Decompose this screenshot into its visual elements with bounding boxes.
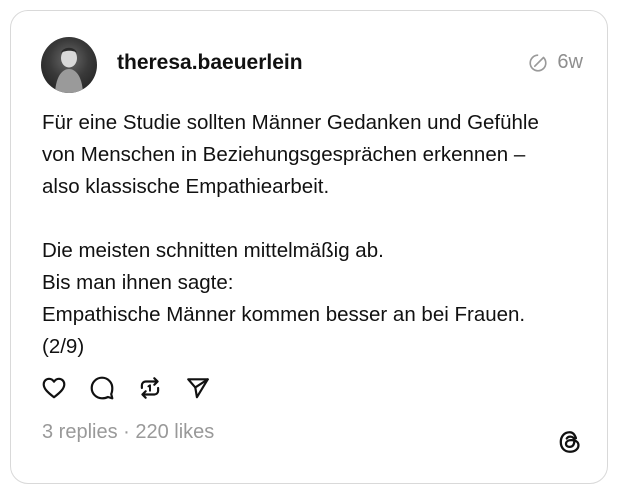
text-line: Empathische Männer kommen besser an bei … (42, 303, 526, 326)
text-line: Für eine Studie sollten Männer Gedanken … (42, 111, 539, 134)
threads-draw-icon (529, 53, 548, 72)
threads-logo-icon (559, 431, 580, 453)
post-actions (41, 375, 211, 401)
post-text: Für eine Studie sollten Männer Gedanken … (42, 107, 602, 363)
send-icon[interactable] (185, 375, 211, 401)
repost-icon[interactable] (137, 375, 163, 401)
heart-icon[interactable] (41, 375, 67, 401)
text-line: (2/9) (42, 335, 85, 358)
text-line: Bis man ihnen sagte: (42, 271, 234, 294)
text-line: also klassische Empathiearbeit. (42, 175, 330, 198)
username[interactable]: theresa.baeuerlein (117, 51, 303, 75)
text-line: Die meisten schnitten mittelmäßig ab. (42, 239, 384, 262)
post-stats[interactable]: 3 replies · 220 likes (42, 421, 214, 444)
avatar[interactable] (41, 37, 97, 93)
avatar-image (55, 47, 83, 93)
text-line: von Menschen in Beziehungsgesprächen erk… (42, 143, 526, 166)
comment-icon[interactable] (89, 375, 115, 401)
post-meta: 6w (527, 51, 583, 74)
threads-post-card: theresa.baeuerlein 6w Für eine Studie so… (10, 10, 608, 484)
time-ago: 6w (557, 51, 583, 73)
